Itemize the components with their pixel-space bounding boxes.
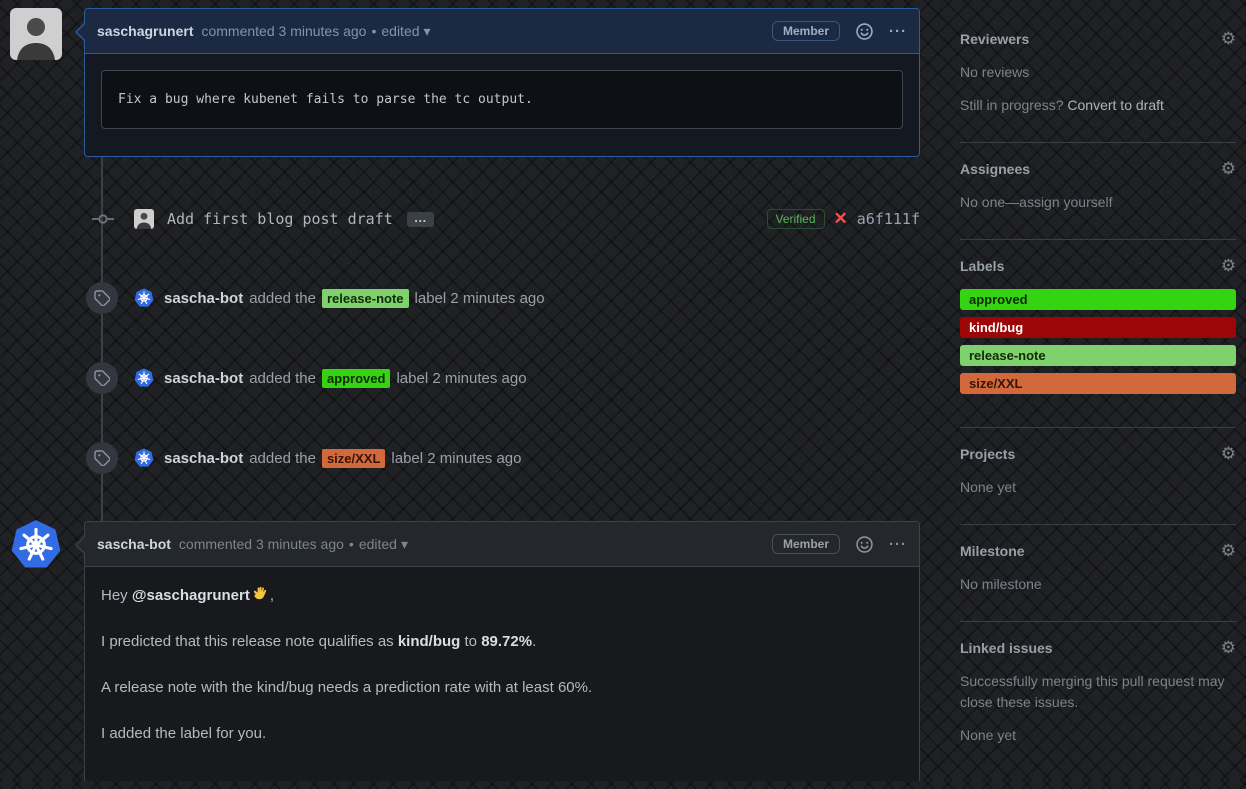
commit-timeline-row: Add first blog post draft … Verified ✕ a… [84,202,920,236]
event-actor-link[interactable]: sascha-bot [164,290,243,307]
milestone-empty-text: No milestone [960,574,1236,595]
sidebar-label-size-xxl[interactable]: size/XXL [960,373,1236,394]
linked-issues-description: Successfully merging this pull request m… [960,671,1236,713]
reviewers-section: Reviewers ⚙ No reviews Still in progress… [960,30,1236,143]
event-timestamp: label 2 minutes ago [396,370,526,387]
chevron-down-icon: ▾ [424,23,431,40]
sidebar-label-release-note[interactable]: release-note [960,345,1236,366]
commit-description-expander[interactable]: … [407,212,434,227]
labels-section: Labels ⚙ approved kind/bug release-note … [960,257,1236,428]
emoji-reaction-button[interactable] [856,536,873,553]
percentage-bold: 89.72% [481,633,532,650]
avatar-sascha-bot[interactable] [10,519,62,571]
verified-badge[interactable]: Verified [767,209,825,229]
event-text: added the [249,450,316,467]
projects-title: Projects [960,446,1015,462]
paragraph-prediction: I predicted that this release note quali… [101,630,903,654]
comment-header: sascha-bot commented 3 minutes ago • edi… [85,522,919,567]
mention-link[interactable]: @saschagrunert [132,587,250,604]
emoji-reaction-button[interactable] [856,23,873,40]
milestone-section: Milestone ⚙ No milestone [960,542,1236,622]
comment-body: Fix a bug where kubenet fails to parse t… [85,54,919,145]
dot-separator: • [349,536,354,552]
assignees-title: Assignees [960,161,1030,177]
label-chip[interactable]: size/XXL [322,449,385,468]
release-note-code-block: Fix a bug where kubenet fails to parse t… [101,70,903,129]
label-event-row: sascha-bot added the size/XXL label 2 mi… [84,441,920,475]
git-commit-icon [92,211,114,227]
paragraph-greeting: Hey @saschagrunert, [101,584,903,608]
linked-issues-title: Linked issues [960,640,1053,656]
comment-header: saschagrunert commented 3 minutes ago • … [85,9,919,54]
no-reviews-text: No reviews [960,62,1236,83]
bot-avatar[interactable] [134,448,154,468]
gear-icon[interactable]: ⚙ [1221,257,1236,274]
pr-description-comment: saschagrunert commented 3 minutes ago • … [84,8,920,157]
bot-avatar[interactable] [134,368,154,388]
convert-to-draft-row: Still in progress? Convert to draft [960,95,1236,116]
event-timestamp: label 2 minutes ago [415,290,545,307]
event-text: added the [249,290,316,307]
label-chip[interactable]: approved [322,369,391,388]
smiley-icon [856,23,873,40]
projects-empty-text: None yet [960,477,1236,498]
gear-icon[interactable]: ⚙ [1221,639,1236,656]
labels-title: Labels [960,258,1004,274]
gear-icon[interactable]: ⚙ [1221,542,1236,559]
gear-icon[interactable]: ⚙ [1221,445,1236,462]
assignees-section: Assignees ⚙ No one—assign yourself [960,160,1236,240]
edited-dropdown[interactable]: edited ▾ [381,23,430,40]
linked-issues-section: Linked issues ⚙ Successfully merging thi… [960,639,1236,772]
member-badge: Member [772,534,840,554]
tag-icon [86,282,118,314]
event-actor-link[interactable]: sascha-bot [164,450,243,467]
comment-author-link[interactable]: saschagrunert [97,23,193,39]
event-actor-link[interactable]: sascha-bot [164,370,243,387]
comment-author-link[interactable]: sascha-bot [97,536,171,552]
tag-icon [86,362,118,394]
paragraph-closing: I added the label for you. [101,722,903,746]
label-chip[interactable]: release-note [322,289,409,308]
commit-sha-link[interactable]: a6f111f [857,210,920,228]
label-event-row: sascha-bot added the approved label 2 mi… [84,361,920,395]
bot-avatar[interactable] [134,288,154,308]
tag-icon [86,442,118,474]
label-event-row: sascha-bot added the release-note label … [84,281,920,315]
convert-to-draft-link[interactable]: Convert to draft [1067,97,1164,113]
commit-message-link[interactable]: Add first blog post draft [167,210,393,228]
event-text: added the [249,370,316,387]
kebab-menu-button[interactable]: ··· [889,537,907,552]
kubernetes-logo-icon [10,519,62,571]
wave-emoji-icon [252,585,270,603]
event-timestamp: label 2 minutes ago [391,450,521,467]
comment-action-timestamp: commented 3 minutes ago [179,536,344,552]
pr-sidebar: Reviewers ⚙ No reviews Still in progress… [960,30,1236,789]
kebab-menu-button[interactable]: ··· [889,24,907,39]
sidebar-label-kind-bug[interactable]: kind/bug [960,317,1236,338]
gear-icon[interactable]: ⚙ [1221,160,1236,177]
linked-issues-empty-text: None yet [960,725,1236,746]
kind-bug-bold: kind/bug [398,633,461,650]
bot-comment: sascha-bot commented 3 minutes ago • edi… [84,521,920,781]
reviewers-title: Reviewers [960,31,1029,47]
avatar-saschagrunert[interactable] [10,8,62,60]
user-photo-icon [10,8,62,60]
chevron-down-icon: ▾ [401,536,408,553]
milestone-title: Milestone [960,543,1025,559]
projects-section: Projects ⚙ None yet [960,445,1236,525]
member-badge: Member [772,21,840,41]
assign-yourself-link[interactable]: assign yourself [1019,194,1112,210]
status-failed-x-icon[interactable]: ✕ [834,209,848,229]
gear-icon[interactable]: ⚙ [1221,30,1236,47]
edited-dropdown[interactable]: edited ▾ [359,536,408,553]
comment-action-timestamp: commented 3 minutes ago [201,23,366,39]
sidebar-label-approved[interactable]: approved [960,289,1236,310]
assignees-empty-row: No one—assign yourself [960,192,1236,213]
commit-author-avatar[interactable] [134,209,154,229]
dot-separator: • [371,23,376,39]
comment-body: Hey @saschagrunert, I predicted that thi… [85,567,919,785]
smiley-icon [856,536,873,553]
paragraph-rule: A release note with the kind/bug needs a… [101,676,903,700]
